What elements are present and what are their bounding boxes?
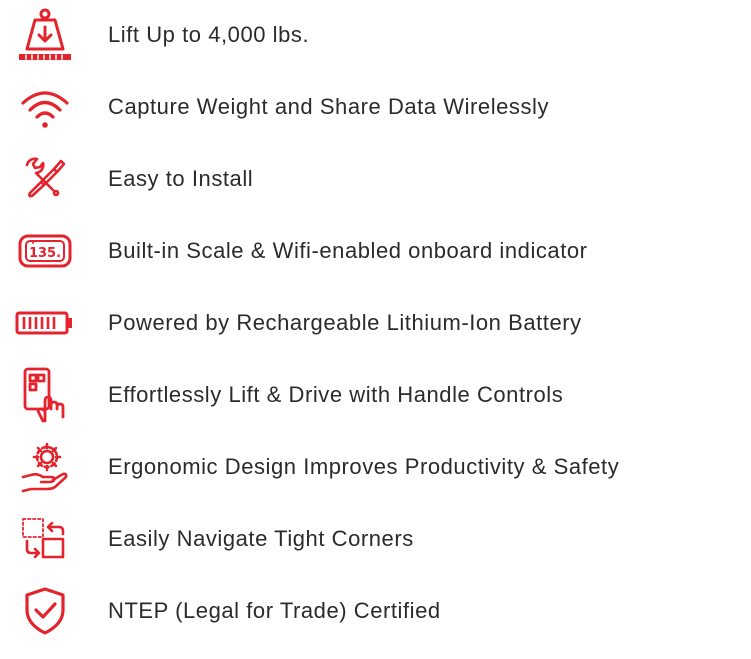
feature-item-tight-corners: Easily Navigate Tight Corners <box>0 509 751 569</box>
battery-icon <box>10 297 80 349</box>
feature-item-ntep: NTEP (Legal for Trade) Certified <box>0 581 751 641</box>
feature-label: Lift Up to 4,000 lbs. <box>108 22 310 47</box>
feature-label: Capture Weight and Share Data Wirelessly <box>108 94 550 119</box>
feature-item-lift-capacity: Lift Up to 4,000 lbs. <box>0 5 751 65</box>
feature-label: Powered by Rechargeable Lithium-Ion Batt… <box>108 310 582 335</box>
ergonomic-gear-hand-icon <box>10 441 80 493</box>
feature-label: Built-in Scale & Wifi-enabled onboard in… <box>108 238 588 263</box>
feature-item-install: Easy to Install <box>0 149 751 209</box>
feature-list: Lift Up to 4,000 lbs. Capture Weight and… <box>0 0 751 659</box>
feature-label: Ergonomic Design Improves Productivity &… <box>108 454 620 479</box>
tight-corners-icon <box>10 513 80 565</box>
weight-lift-icon <box>10 8 80 61</box>
shield-check-icon <box>10 585 80 637</box>
tools-icon <box>10 153 80 205</box>
feature-label: NTEP (Legal for Trade) Certified <box>108 598 441 623</box>
handle-controls-icon <box>10 367 80 423</box>
wifi-icon <box>10 81 80 133</box>
scale-indicator-icon: 135. <box>10 225 80 277</box>
feature-item-handle-controls: Effortlessly Lift & Drive with Handle Co… <box>0 365 751 425</box>
feature-item-scale: 135. Built-in Scale & Wifi-enabled onboa… <box>0 221 751 281</box>
feature-label: Easy to Install <box>108 166 254 191</box>
feature-item-wireless: Capture Weight and Share Data Wirelessly <box>0 77 751 137</box>
scale-display-text: 135. <box>29 246 61 261</box>
feature-label: Effortlessly Lift & Drive with Handle Co… <box>108 382 564 407</box>
feature-item-battery: Powered by Rechargeable Lithium-Ion Batt… <box>0 293 751 353</box>
feature-label: Easily Navigate Tight Corners <box>108 526 414 551</box>
feature-item-ergonomic: Ergonomic Design Improves Productivity &… <box>0 437 751 497</box>
